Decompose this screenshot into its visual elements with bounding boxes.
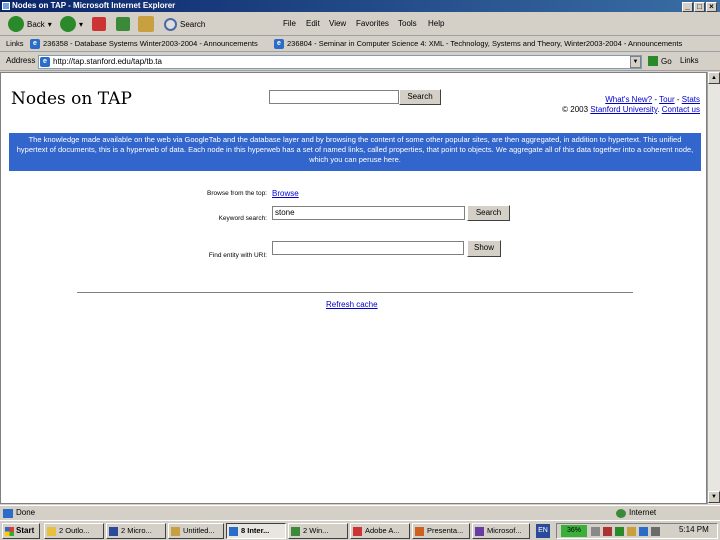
- top-search-input[interactable]: [269, 90, 399, 104]
- address-dropdown-button[interactable]: ▼: [630, 56, 641, 68]
- acrobat-icon: [353, 527, 362, 536]
- menu-tools[interactable]: Tools: [398, 19, 417, 28]
- page-status-icon: [3, 509, 13, 518]
- address-label: Address: [6, 56, 36, 65]
- go-arrow-icon: [648, 56, 658, 66]
- window-title: Nodes on TAP - Microsoft Internet Explor…: [12, 1, 176, 10]
- tray-app-icon[interactable]: [603, 527, 612, 536]
- keyword-search-button[interactable]: Search: [467, 205, 510, 221]
- tray-app-icon[interactable]: [627, 527, 636, 536]
- divider: [77, 292, 633, 293]
- word-icon: [109, 527, 118, 536]
- window-title-bar: Nodes on TAP - Microsoft Internet Explor…: [0, 0, 720, 12]
- system-tray: 36% 5:14 PM: [556, 523, 718, 539]
- show-button[interactable]: Show: [467, 240, 501, 257]
- menu-file[interactable]: File: [283, 19, 296, 28]
- browser-toolbar: Back ▾ ▾ Search File Edit View Favorites …: [0, 2, 720, 36]
- tray-app-icon[interactable]: [615, 527, 624, 536]
- keyword-label: Keyword search:: [218, 215, 267, 222]
- taskbar-item[interactable]: 2 Micro...: [106, 523, 166, 539]
- back-button[interactable]: Back ▾: [8, 15, 52, 33]
- start-button[interactable]: Start: [2, 523, 40, 539]
- address-bar: Address e http://tap.stanford.edu/tap/tb…: [0, 53, 720, 71]
- link-item[interactable]: e 236358 - Database Systems Winter2003-2…: [30, 36, 270, 52]
- internet-zone-icon: [616, 509, 626, 518]
- status-bar: Done Internet: [0, 505, 720, 520]
- menu-edit[interactable]: Edit: [306, 19, 320, 28]
- taskbar-item[interactable]: Presenta...: [412, 523, 470, 539]
- zone-text: Internet: [629, 508, 657, 517]
- stop-icon: [92, 17, 106, 31]
- taskbar-item-active[interactable]: 8 Inter...: [226, 523, 286, 539]
- network-icon[interactable]: [591, 527, 600, 536]
- language-indicator[interactable]: EN: [536, 524, 550, 538]
- page-content: Nodes on TAP Search What's New? - Tour -…: [0, 72, 707, 504]
- intro-banner: The knowledge made available on the web …: [9, 133, 701, 171]
- address-input[interactable]: e http://tap.stanford.edu/tap/tb.ta: [38, 55, 642, 69]
- menu-view[interactable]: View: [329, 19, 346, 28]
- menu-help[interactable]: Help: [428, 19, 444, 28]
- links-toggle[interactable]: Links: [680, 56, 699, 65]
- uri-label: Find entity with URI:: [208, 252, 267, 259]
- tour-link[interactable]: Tour: [659, 95, 675, 104]
- ie-page-icon: e: [40, 57, 50, 67]
- taskbar-item[interactable]: Microsof...: [472, 523, 530, 539]
- taskbar-item[interactable]: 2 Outlo...: [44, 523, 104, 539]
- home-button[interactable]: [138, 15, 154, 33]
- ie-icon: [2, 2, 10, 10]
- ie-page-icon: e: [30, 39, 40, 49]
- close-button[interactable]: ×: [706, 2, 717, 12]
- stop-button[interactable]: [92, 15, 106, 33]
- scroll-up-button[interactable]: ▲: [708, 72, 720, 84]
- forward-button[interactable]: ▾: [60, 15, 83, 33]
- ie-icon: [229, 527, 238, 536]
- battery-indicator[interactable]: 36%: [561, 525, 587, 537]
- maximize-button[interactable]: □: [694, 2, 705, 12]
- taskbar-item[interactable]: 2 Win...: [288, 523, 348, 539]
- university-link[interactable]: Stanford University: [590, 105, 657, 114]
- refresh-icon: [116, 17, 130, 31]
- copyright-text: © 2003: [562, 105, 589, 114]
- clock: 5:14 PM: [679, 525, 709, 534]
- search-icon: [164, 17, 177, 31]
- scroll-down-button[interactable]: ▼: [708, 491, 720, 503]
- uri-input[interactable]: [272, 241, 464, 255]
- outlook-icon: [47, 527, 56, 536]
- status-text: Done: [16, 508, 36, 517]
- contact-link[interactable]: Contact us: [662, 105, 700, 114]
- stats-link[interactable]: Stats: [682, 95, 700, 104]
- taskbar: Start 2 Outlo... 2 Micro... Untitled... …: [0, 520, 720, 540]
- links-bar: Links e 236358 - Database Systems Winter…: [0, 36, 720, 52]
- link-item[interactable]: e 236804 - Seminar in Computer Science 4…: [274, 36, 718, 52]
- refresh-button[interactable]: [116, 15, 130, 33]
- browse-label: Browse from the top:: [207, 190, 267, 197]
- tray-app-icon[interactable]: [651, 527, 660, 536]
- home-icon: [138, 16, 154, 32]
- menu-favorites[interactable]: Favorites: [356, 19, 389, 28]
- taskbar-item[interactable]: Untitled...: [168, 523, 224, 539]
- top-search-button[interactable]: Search: [399, 89, 441, 105]
- forward-arrow-icon: [60, 16, 76, 32]
- ie-page-icon: e: [274, 39, 284, 49]
- links-label: Links: [6, 39, 24, 48]
- vertical-scrollbar[interactable]: ▲ ▼: [707, 72, 720, 504]
- taskbar-item[interactable]: Adobe A...: [350, 523, 410, 539]
- app-icon: [475, 527, 484, 536]
- windows-flag-icon: [5, 527, 14, 536]
- search-toolbar-button[interactable]: Search: [164, 15, 205, 33]
- powerpoint-icon: [415, 527, 424, 536]
- browse-link[interactable]: Browse: [272, 189, 299, 198]
- refresh-cache-link[interactable]: Refresh cache: [326, 300, 378, 309]
- minimize-button[interactable]: _: [682, 2, 693, 12]
- paint-icon: [171, 527, 180, 536]
- back-arrow-icon: [8, 16, 24, 32]
- go-button[interactable]: Go: [648, 56, 672, 66]
- top-links: What's New? - Tour - Stats © 2003 Stanfo…: [562, 95, 700, 114]
- window-icon: [291, 527, 300, 536]
- keyword-search-input[interactable]: stone: [272, 206, 465, 220]
- page-title: Nodes on TAP: [11, 89, 132, 109]
- whats-new-link[interactable]: What's New?: [605, 95, 652, 104]
- volume-icon[interactable]: [639, 527, 648, 536]
